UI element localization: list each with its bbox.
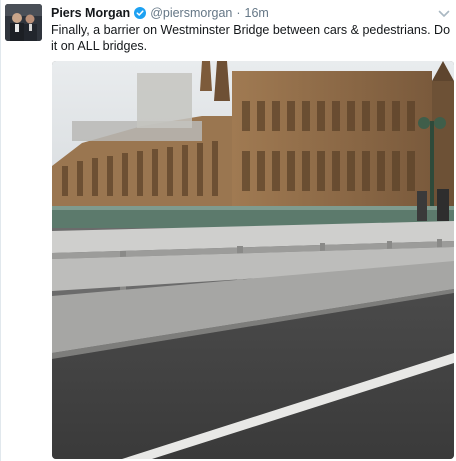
tweet-header: Piers Morgan @piersmorgan · 16m bbox=[51, 5, 269, 21]
author-handle[interactable]: @piersmorgan bbox=[150, 5, 232, 21]
avatar[interactable] bbox=[5, 4, 42, 41]
tweet[interactable]: Piers Morgan @piersmorgan · 16m Finally,… bbox=[0, 0, 456, 461]
meta-separator: · bbox=[236, 6, 241, 20]
chevron-down-icon[interactable] bbox=[438, 6, 450, 17]
verified-badge-icon bbox=[134, 7, 147, 19]
tweet-photo[interactable] bbox=[52, 61, 454, 459]
bridge-photo bbox=[52, 61, 454, 459]
timestamp[interactable]: 16m bbox=[245, 5, 269, 21]
tweet-text: Finally, a barrier on Westminster Bridge… bbox=[51, 23, 451, 53]
author-name[interactable]: Piers Morgan bbox=[51, 5, 130, 21]
avatar-image bbox=[5, 4, 42, 41]
